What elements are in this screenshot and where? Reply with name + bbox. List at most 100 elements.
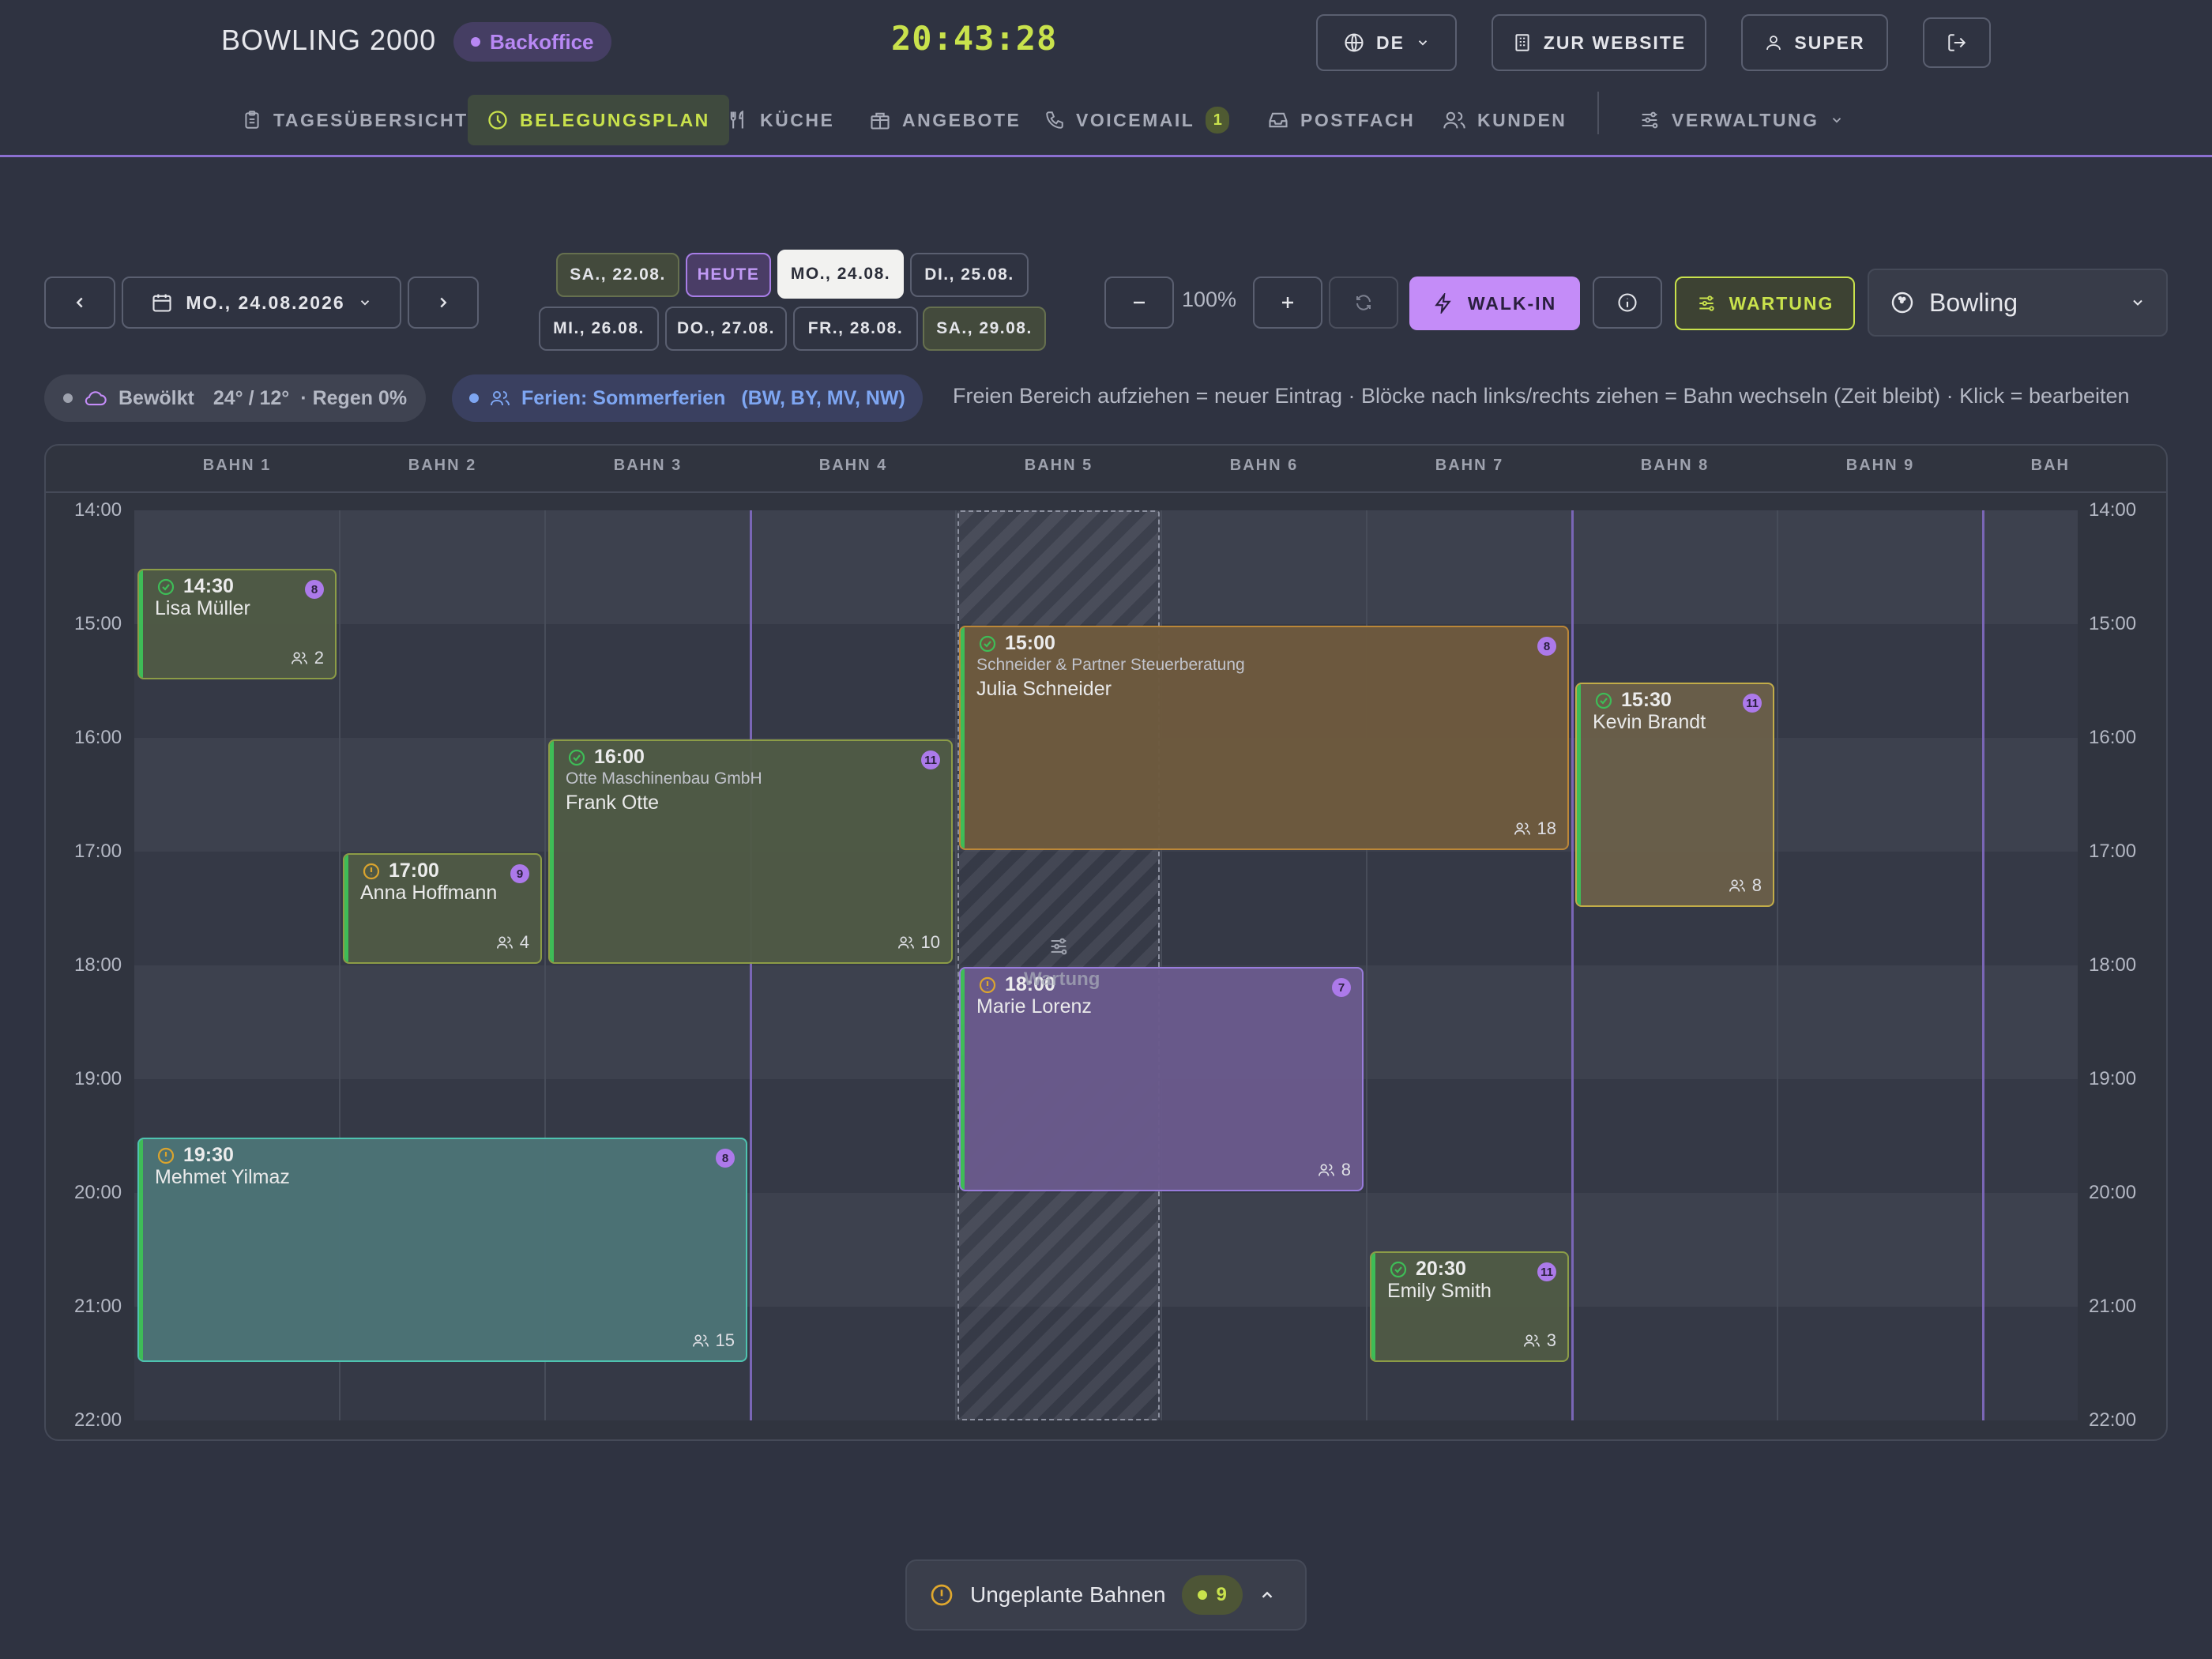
logout-button[interactable]	[1923, 17, 1991, 68]
lane-count-badge: 11	[1537, 1262, 1556, 1281]
quick-date-chip[interactable]: FR., 28.08.	[793, 307, 918, 351]
booking-block[interactable]: 14:30 Lisa Müller 8 2	[137, 569, 337, 679]
nav-divider	[1597, 92, 1599, 134]
website-button[interactable]: ZUR WEBSITE	[1492, 14, 1706, 71]
category-select[interactable]: Bowling	[1868, 269, 2168, 337]
time-label-right: 22:00	[2089, 1409, 2137, 1431]
chevron-right-icon	[434, 294, 452, 311]
booking-block[interactable]: 15:00 Schneider & Partner Steuerberatung J…	[959, 626, 1569, 850]
user-button[interactable]: SUPER	[1741, 14, 1888, 71]
time-label-left: 16:00	[74, 727, 122, 748]
quick-date-chip[interactable]: SA., 22.08.	[556, 253, 679, 297]
refresh-button[interactable]	[1329, 276, 1398, 329]
date-picker-button[interactable]: MO., 24.08.2026	[122, 276, 401, 329]
booking-name: Marie Lorenz	[976, 995, 1092, 1018]
booking-block[interactable]: 19:30 Mehmet Yilmaz 8 15	[137, 1138, 747, 1362]
persons-value: 15	[715, 1330, 735, 1350]
zoom-out-button[interactable]	[1104, 276, 1174, 329]
users-icon	[897, 935, 915, 950]
persons-value: 4	[519, 932, 529, 952]
lane-count-badge: 9	[510, 864, 529, 883]
wartung-label: WARTUNG	[1729, 292, 1834, 314]
persons-count: 8	[1729, 875, 1762, 896]
walk-in-button[interactable]: WALK-IN	[1409, 276, 1580, 330]
time-label-right: 16:00	[2089, 727, 2137, 748]
chevron-down-icon	[358, 295, 372, 310]
wartung-button[interactable]: WARTUNG	[1675, 276, 1855, 330]
cloud-icon	[84, 388, 107, 408]
nav-label: TAGESÜBERSICHT	[273, 109, 468, 130]
sliders-icon	[1048, 935, 1070, 957]
nav-voicemail[interactable]: VOICEMAIL 1	[1025, 95, 1248, 145]
clipboard-icon	[242, 110, 262, 130]
walk-in-label: WALK-IN	[1467, 292, 1557, 314]
check-circle-icon	[1389, 1260, 1408, 1279]
booking-block[interactable]: 18:00 Marie Lorenz 7 8	[959, 967, 1364, 1191]
booking-block[interactable]: 20:30 Emily Smith 11 3	[1370, 1251, 1569, 1362]
nav-postfach[interactable]: POSTFACH	[1248, 95, 1434, 145]
holiday-states: (BW, BY, MV, NW)	[741, 386, 905, 409]
weather-badge: Bewölkt 24° / 12° · Regen 0%	[44, 374, 427, 422]
refresh-icon	[1354, 293, 1373, 312]
quick-date-chip[interactable]: SA., 29.08.	[923, 307, 1046, 351]
unplanned-lanes-toggle[interactable]: Ungeplante Bahnen 9	[905, 1559, 1307, 1631]
booking-name: Mehmet Yilmaz	[155, 1166, 290, 1188]
language-selector[interactable]: DE	[1316, 14, 1457, 71]
time-label-right: 21:00	[2089, 1296, 2137, 1317]
usage-hint: Freien Bereich aufziehen = neuer Eintrag…	[953, 384, 2130, 408]
lane-header: BAHN 9	[1845, 457, 1915, 474]
booking-block[interactable]: 17:00 Anna Hoffmann 9 4	[343, 853, 542, 964]
users-icon	[1318, 1162, 1335, 1178]
status-bar	[139, 1139, 143, 1360]
booking-block[interactable]: 16:00 Otte Maschinenbau GmbH Frank Otte 11 1…	[548, 739, 953, 964]
nav-kunden[interactable]: KUNDEN	[1424, 95, 1586, 145]
lane-header: BAH	[2030, 457, 2070, 474]
nav-label: KÜCHE	[760, 109, 835, 130]
logout-icon	[1947, 32, 1967, 53]
persons-value: 2	[314, 648, 324, 668]
nav-angebote[interactable]: ANGEBOTE	[850, 95, 1040, 145]
time-label-left: 20:00	[74, 1182, 122, 1203]
users-icon	[692, 1333, 709, 1349]
status-dot	[1197, 1590, 1207, 1600]
time-label-right: 15:00	[2089, 613, 2137, 634]
nav-verwaltung[interactable]: VERWALTUNG	[1620, 95, 1863, 145]
time-label-left: 15:00	[74, 613, 122, 634]
zoom-in-button[interactable]	[1253, 276, 1322, 329]
lane-header: BAHN 2	[408, 457, 477, 474]
quick-date-chip[interactable]: DI., 25.08.	[910, 253, 1029, 297]
time-label-left: 18:00	[74, 954, 122, 976]
nav-belegungsplan[interactable]: BELEGUNGSPLAN	[468, 95, 729, 145]
backoffice-label: Backoffice	[490, 29, 594, 54]
quick-date-chip-selected[interactable]: MO., 24.08.	[777, 250, 904, 299]
user-label: SUPER	[1794, 32, 1865, 53]
maintenance-label: Wartung	[1024, 969, 1100, 990]
info-button[interactable]	[1593, 276, 1662, 329]
quick-date-chip[interactable]: DO., 27.08.	[665, 307, 787, 351]
time-label-left: 17:00	[74, 841, 122, 862]
quick-date-today-chip[interactable]: HEUTE	[686, 253, 771, 297]
lane-header: BAHN 5	[1024, 457, 1093, 474]
quick-date-chip[interactable]: MI., 26.08.	[539, 307, 659, 351]
brand-title: BOWLING 2000	[221, 24, 437, 56]
next-day-button[interactable]	[408, 276, 479, 329]
persons-count: 10	[897, 932, 940, 953]
persons-count: 8	[1318, 1160, 1351, 1180]
users-icon	[496, 935, 514, 950]
persons-value: 18	[1537, 818, 1556, 838]
user-icon	[1764, 33, 1783, 52]
users-icon	[1443, 109, 1466, 131]
time-label-right: 20:00	[2089, 1182, 2137, 1203]
unplanned-count: 9	[1216, 1584, 1227, 1605]
users-icon	[1729, 878, 1746, 893]
booking-time-row: 19:30	[156, 1144, 234, 1167]
nav-kueche[interactable]: KÜCHE	[708, 95, 853, 145]
gift-icon	[869, 109, 891, 131]
chevron-down-icon	[1416, 36, 1430, 50]
nav-label: VERWALTUNG	[1672, 109, 1819, 130]
prev-day-button[interactable]	[44, 276, 115, 329]
nav-tagesuebersicht[interactable]: TAGESÜBERSICHT	[223, 95, 487, 145]
booking-block[interactable]: 15:30 Kevin Brandt 11 8	[1575, 683, 1774, 907]
lane-header: BAHN 3	[613, 457, 683, 474]
weather-label: Bewölkt	[118, 386, 194, 409]
